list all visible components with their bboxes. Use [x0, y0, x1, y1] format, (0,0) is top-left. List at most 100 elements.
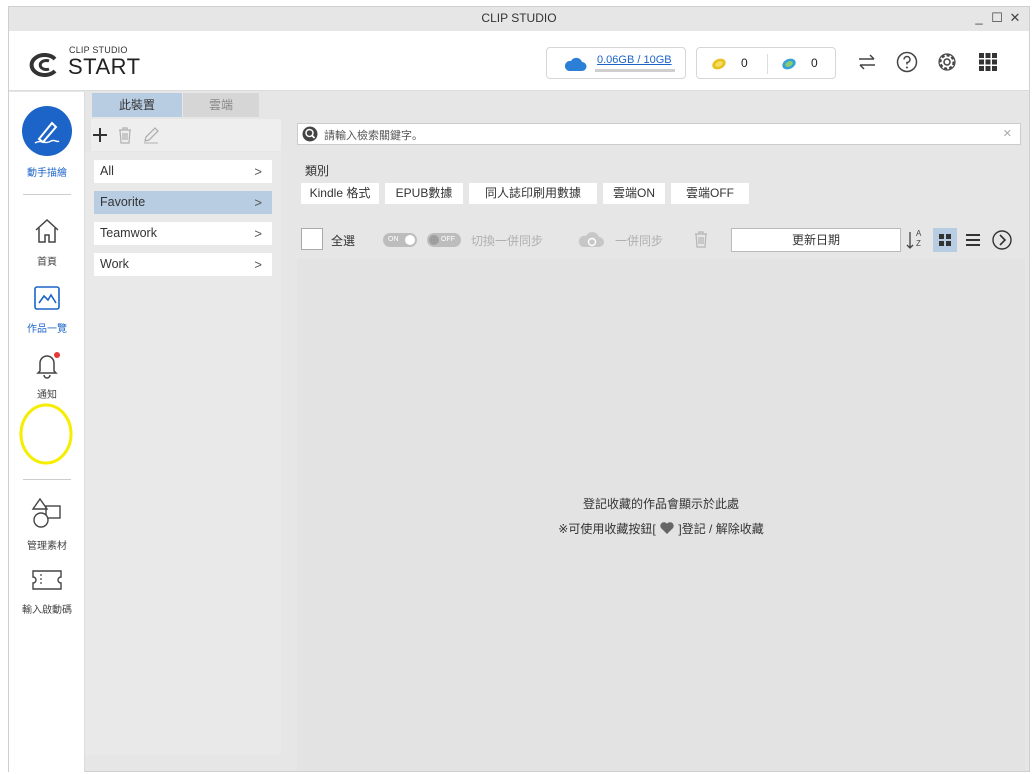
- sidebar-item-code[interactable]: 輸入啟動碼: [9, 566, 85, 616]
- sidebar-label-materials: 管理素材: [27, 541, 67, 552]
- next-icon[interactable]: [991, 229, 1013, 251]
- sidebar-item-home[interactable]: 首頁: [9, 216, 85, 268]
- clippy-count: 0: [811, 56, 818, 70]
- points-indicator[interactable]: 0 0: [696, 47, 836, 79]
- empty-state-hint: ※可使用收藏按鈕[ ]登記 / 解除收藏: [297, 520, 1025, 537]
- select-all-label: 全選: [331, 234, 356, 248]
- list-view-icon[interactable]: [961, 228, 985, 252]
- trash-icon[interactable]: [116, 125, 134, 145]
- cloud-sync-icon[interactable]: [577, 230, 605, 250]
- switch-sync-label[interactable]: 切換一併同步: [471, 232, 543, 249]
- close-button[interactable]: ✕: [1007, 10, 1023, 26]
- sidebar-label-works: 作品一覽: [27, 324, 67, 335]
- gold-count: 0: [741, 56, 748, 70]
- transfer-icon[interactable]: [854, 49, 880, 75]
- main-panel: 類別 Kindle 格式 EPUB數據 同人誌印刷用數據 雲端ON 雲端OFF …: [297, 153, 1025, 771]
- search-clear-button[interactable]: ✕: [1003, 127, 1012, 140]
- shapes-icon: [31, 497, 61, 528]
- action-bar: 全選 ON OFF 切換一併同步 一併同步 更新日期 A Z: [297, 221, 1025, 257]
- grid-view-icon: [939, 234, 951, 246]
- sidebar-label-draw: 動手描繪: [27, 168, 67, 179]
- clippy-icon: [782, 58, 796, 70]
- gear-icon[interactable]: [934, 49, 960, 75]
- search-placeholder: 請輸入檢索關鍵字。: [324, 130, 423, 142]
- toggle-on-label: ON: [388, 236, 399, 243]
- sidebar-divider: [23, 479, 71, 480]
- coin-icon: [712, 58, 726, 70]
- select-all-checkbox[interactable]: [301, 228, 323, 250]
- chevron-right-icon: >: [254, 195, 262, 210]
- sidebar-item-draw[interactable]: 動手描繪: [9, 105, 85, 179]
- toggle-knob: [405, 235, 415, 245]
- sidebar-divider: [23, 194, 71, 195]
- pen-icon: [22, 106, 72, 156]
- help-icon[interactable]: [894, 49, 920, 75]
- window-title: CLIP STUDIO: [481, 11, 557, 25]
- list-item-label: Teamwork: [100, 226, 157, 240]
- sort-z-label: Z: [916, 239, 921, 248]
- search-icon: [302, 126, 318, 142]
- list-item-label: Favorite: [100, 195, 146, 209]
- app-window: CLIP STUDIO _ ☐ ✕ CLIP STUDIO START 0.06…: [8, 6, 1030, 772]
- toggle-off-switch[interactable]: OFF: [427, 233, 461, 247]
- sidebar: 動手描繪 首頁 作品一覽 通知 管理素材 輸入啟動碼: [9, 92, 85, 772]
- title-bar: CLIP STUDIO _ ☐ ✕: [9, 7, 1029, 31]
- chevron-right-icon: >: [254, 164, 262, 179]
- sidebar-item-notify[interactable]: 通知: [9, 349, 85, 401]
- minimize-button[interactable]: _: [971, 10, 987, 25]
- toggle-off-label: OFF: [441, 236, 455, 243]
- home-icon: [35, 218, 59, 243]
- apps-grid-icon[interactable]: [975, 49, 1001, 75]
- list-item-favorite[interactable]: Favorite >: [94, 191, 272, 214]
- cloud-storage-indicator[interactable]: 0.06GB / 10GB: [546, 47, 686, 79]
- category-chip-kindle[interactable]: Kindle 格式: [301, 183, 379, 204]
- works-grid-area: 登記收藏的作品會顯示於此處 ※可使用收藏按鈕[ ]登記 / 解除收藏: [297, 259, 1025, 771]
- sort-a-label: A: [916, 229, 922, 238]
- trash-icon[interactable]: [693, 229, 709, 249]
- sidebar-item-materials[interactable]: 管理素材: [9, 496, 85, 552]
- storage-bar: [595, 69, 675, 72]
- empty-state-message: 登記收藏的作品會顯示於此處: [582, 497, 739, 511]
- storage-usage[interactable]: 0.06GB / 10GB: [597, 54, 672, 66]
- tab-cloud[interactable]: 雲端: [183, 93, 259, 117]
- empty-hint-suffix: ]登記 / 解除收藏: [678, 522, 764, 536]
- grid-view-button[interactable]: [933, 228, 957, 252]
- list-item-all[interactable]: All >: [94, 160, 272, 183]
- sidebar-item-works[interactable]: 作品一覽: [9, 283, 85, 335]
- gallery-icon: [34, 286, 60, 310]
- list-item-label: All: [100, 164, 114, 178]
- maximize-button[interactable]: ☐: [989, 10, 1005, 26]
- cloud-icon: [564, 57, 587, 71]
- list-item-label: Work: [100, 257, 129, 271]
- plus-icon[interactable]: [91, 126, 109, 144]
- app-header: CLIP STUDIO START 0.06GB / 10GB 0 0: [9, 31, 1029, 91]
- category-chip-cloud-on[interactable]: 雲端ON: [603, 183, 665, 204]
- edit-icon[interactable]: [141, 125, 161, 145]
- list-item-teamwork[interactable]: Teamwork >: [94, 222, 272, 245]
- chevron-right-icon: >: [254, 257, 262, 272]
- sidebar-label-notify: 通知: [37, 390, 57, 401]
- highlight-circle-icon: [19, 403, 73, 465]
- logo-mark-icon: [29, 53, 57, 77]
- category-chip-cloud-off[interactable]: 雲端OFF: [671, 183, 749, 204]
- sidebar-label-home: 首頁: [37, 257, 57, 268]
- chevron-right-icon: >: [254, 226, 262, 241]
- toggle-knob: [429, 235, 439, 245]
- bell-icon: [36, 352, 60, 379]
- logo-title: START: [68, 54, 141, 79]
- tab-device[interactable]: 此裝置: [92, 93, 182, 117]
- ticket-icon: [32, 570, 62, 590]
- logo[interactable]: CLIP STUDIO START: [27, 45, 140, 81]
- heart-icon: [660, 522, 674, 534]
- category-title: 類別: [305, 164, 330, 178]
- sort-select[interactable]: 更新日期: [731, 228, 901, 252]
- category-chip-doujin[interactable]: 同人誌印刷用數據: [469, 183, 597, 204]
- toggle-on-switch[interactable]: ON: [383, 233, 417, 247]
- list-toolbar: [91, 119, 281, 151]
- sort-az-icon[interactable]: A Z: [905, 229, 925, 251]
- search-input[interactable]: 請輸入檢索關鍵字。 ✕: [297, 123, 1021, 145]
- sidebar-label-code: 輸入啟動碼: [22, 605, 72, 616]
- list-item-work[interactable]: Work >: [94, 253, 272, 276]
- category-chip-epub[interactable]: EPUB數據: [385, 183, 463, 204]
- sync-label[interactable]: 一併同步: [615, 232, 663, 249]
